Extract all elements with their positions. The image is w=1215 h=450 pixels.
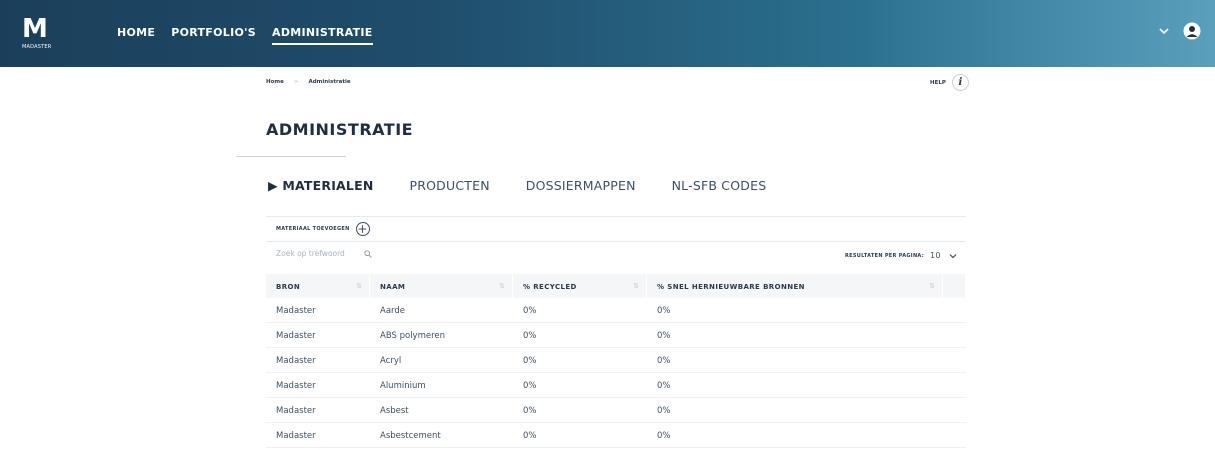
cell-naam: Asbest	[380, 406, 409, 416]
cell-bron: Madaster	[276, 331, 316, 341]
cell-hernieuwbaar: 0%	[657, 331, 671, 341]
title-divider	[236, 156, 346, 157]
column-header-hernieuwbaar[interactable]: % SNEL HERNIEUWBARE BRONNEN ⇅	[647, 274, 943, 298]
cell-hernieuwbaar: 0%	[657, 356, 671, 366]
breadcrumb-separator: >	[293, 79, 299, 85]
chevron-down-icon[interactable]	[949, 252, 957, 260]
search-box	[276, 249, 372, 258]
help-label: HELP	[930, 79, 946, 86]
table-row[interactable]: Madaster Aluminium 0% 0%	[266, 373, 966, 398]
tab-bar: ▶ MATERIALEN PRODUCTEN DOSSIERMAPPEN NL-…	[268, 178, 766, 193]
plus-circle-icon[interactable]: +	[355, 222, 370, 236]
add-material-button[interactable]: MATERIAAL TOEVOEGEN +	[276, 222, 370, 236]
materials-table: BRON ⇅ NAAM ⇅ % RECYCLED ⇅ % SNEL HERNIE…	[266, 274, 966, 448]
results-per-page-label: RESULTATEN PER PAGINA:	[845, 252, 924, 259]
cell-recycled: 0%	[523, 431, 537, 441]
cell-bron: Madaster	[276, 381, 316, 391]
cell-naam: Aarde	[380, 306, 405, 316]
search-icon[interactable]	[364, 249, 372, 258]
cell-naam: Acryl	[380, 356, 402, 366]
cell-recycled: 0%	[523, 356, 537, 366]
results-per-page: RESULTATEN PER PAGINA: 10	[845, 251, 957, 260]
column-header-actions	[943, 274, 966, 298]
table-row[interactable]: Madaster Asbest 0% 0%	[266, 398, 966, 423]
divider	[266, 216, 966, 217]
table-row[interactable]: Madaster Acryl 0% 0%	[266, 348, 966, 373]
sort-icon[interactable]: ⇅	[633, 282, 639, 290]
tab-dossiermappen[interactable]: DOSSIERMAPPEN	[526, 178, 636, 193]
tab-producten[interactable]: PRODUCTEN	[410, 178, 490, 193]
cell-naam: Aluminium	[380, 381, 426, 391]
breadcrumb-home[interactable]: Home	[266, 79, 284, 85]
top-right-controls	[1159, 22, 1201, 40]
chevron-down-icon[interactable]	[1159, 26, 1169, 36]
table-row[interactable]: Madaster Aarde 0% 0%	[266, 298, 966, 323]
sort-icon[interactable]: ⇅	[499, 282, 505, 290]
column-header-label: % RECYCLED	[523, 283, 577, 291]
column-header-label: BRON	[276, 283, 301, 291]
madaster-logo[interactable]: M MADASTER	[22, 14, 52, 54]
column-header-label: % SNEL HERNIEUWBARE BRONNEN	[657, 283, 805, 291]
column-header-label: NAAM	[380, 283, 406, 291]
tab-materialen[interactable]: ▶ MATERIALEN	[268, 178, 374, 193]
cell-recycled: 0%	[523, 381, 537, 391]
table-row[interactable]: Madaster ABS polymeren 0% 0%	[266, 323, 966, 348]
cell-hernieuwbaar: 0%	[657, 431, 671, 441]
nav-item-portfolios[interactable]: PORTFOLIO'S	[171, 26, 256, 45]
logo-text: MADASTER	[22, 44, 52, 50]
logo-mark: M	[22, 14, 48, 44]
breadcrumb: Home > Administratie	[266, 79, 351, 85]
cell-bron: Madaster	[276, 356, 316, 366]
tab-nl-sfb-codes[interactable]: NL-SFB CODES	[672, 178, 767, 193]
table-header: BRON ⇅ NAAM ⇅ % RECYCLED ⇅ % SNEL HERNIE…	[266, 274, 966, 298]
cell-recycled: 0%	[523, 331, 537, 341]
cell-hernieuwbaar: 0%	[657, 381, 671, 391]
results-per-page-select[interactable]: 10	[930, 251, 941, 260]
divider	[266, 241, 966, 242]
cell-hernieuwbaar: 0%	[657, 406, 671, 416]
cell-recycled: 0%	[523, 306, 537, 316]
search-input[interactable]	[276, 249, 356, 258]
column-header-recycled[interactable]: % RECYCLED ⇅	[513, 274, 647, 298]
page-title: ADMINISTRATIE	[266, 120, 414, 139]
cell-naam: ABS polymeren	[380, 331, 446, 341]
breadcrumb-current: Administratie	[308, 79, 351, 85]
main-nav: HOME PORTFOLIO'S ADMINISTRATIE	[117, 26, 373, 45]
help-link[interactable]: HELP i	[930, 74, 969, 91]
cell-bron: Madaster	[276, 306, 316, 316]
cell-bron: Madaster	[276, 431, 316, 441]
cell-recycled: 0%	[523, 406, 537, 416]
cell-bron: Madaster	[276, 406, 316, 416]
cell-naam: Asbestcement	[380, 431, 441, 441]
sort-icon[interactable]: ⇅	[356, 282, 362, 290]
info-icon[interactable]: i	[951, 74, 969, 91]
nav-item-administratie[interactable]: ADMINISTRATIE	[272, 26, 373, 45]
top-navigation-bar: M MADASTER HOME PORTFOLIO'S ADMINISTRATI…	[0, 0, 1215, 67]
sort-icon[interactable]: ⇅	[929, 282, 935, 290]
column-header-naam[interactable]: NAAM ⇅	[370, 274, 513, 298]
user-icon[interactable]	[1183, 22, 1201, 40]
column-header-bron[interactable]: BRON ⇅	[266, 274, 370, 298]
nav-item-home[interactable]: HOME	[117, 26, 155, 45]
add-material-label: MATERIAAL TOEVOEGEN	[276, 226, 350, 232]
table-row[interactable]: Madaster Asbestcement 0% 0%	[266, 423, 966, 448]
cell-hernieuwbaar: 0%	[657, 306, 671, 316]
